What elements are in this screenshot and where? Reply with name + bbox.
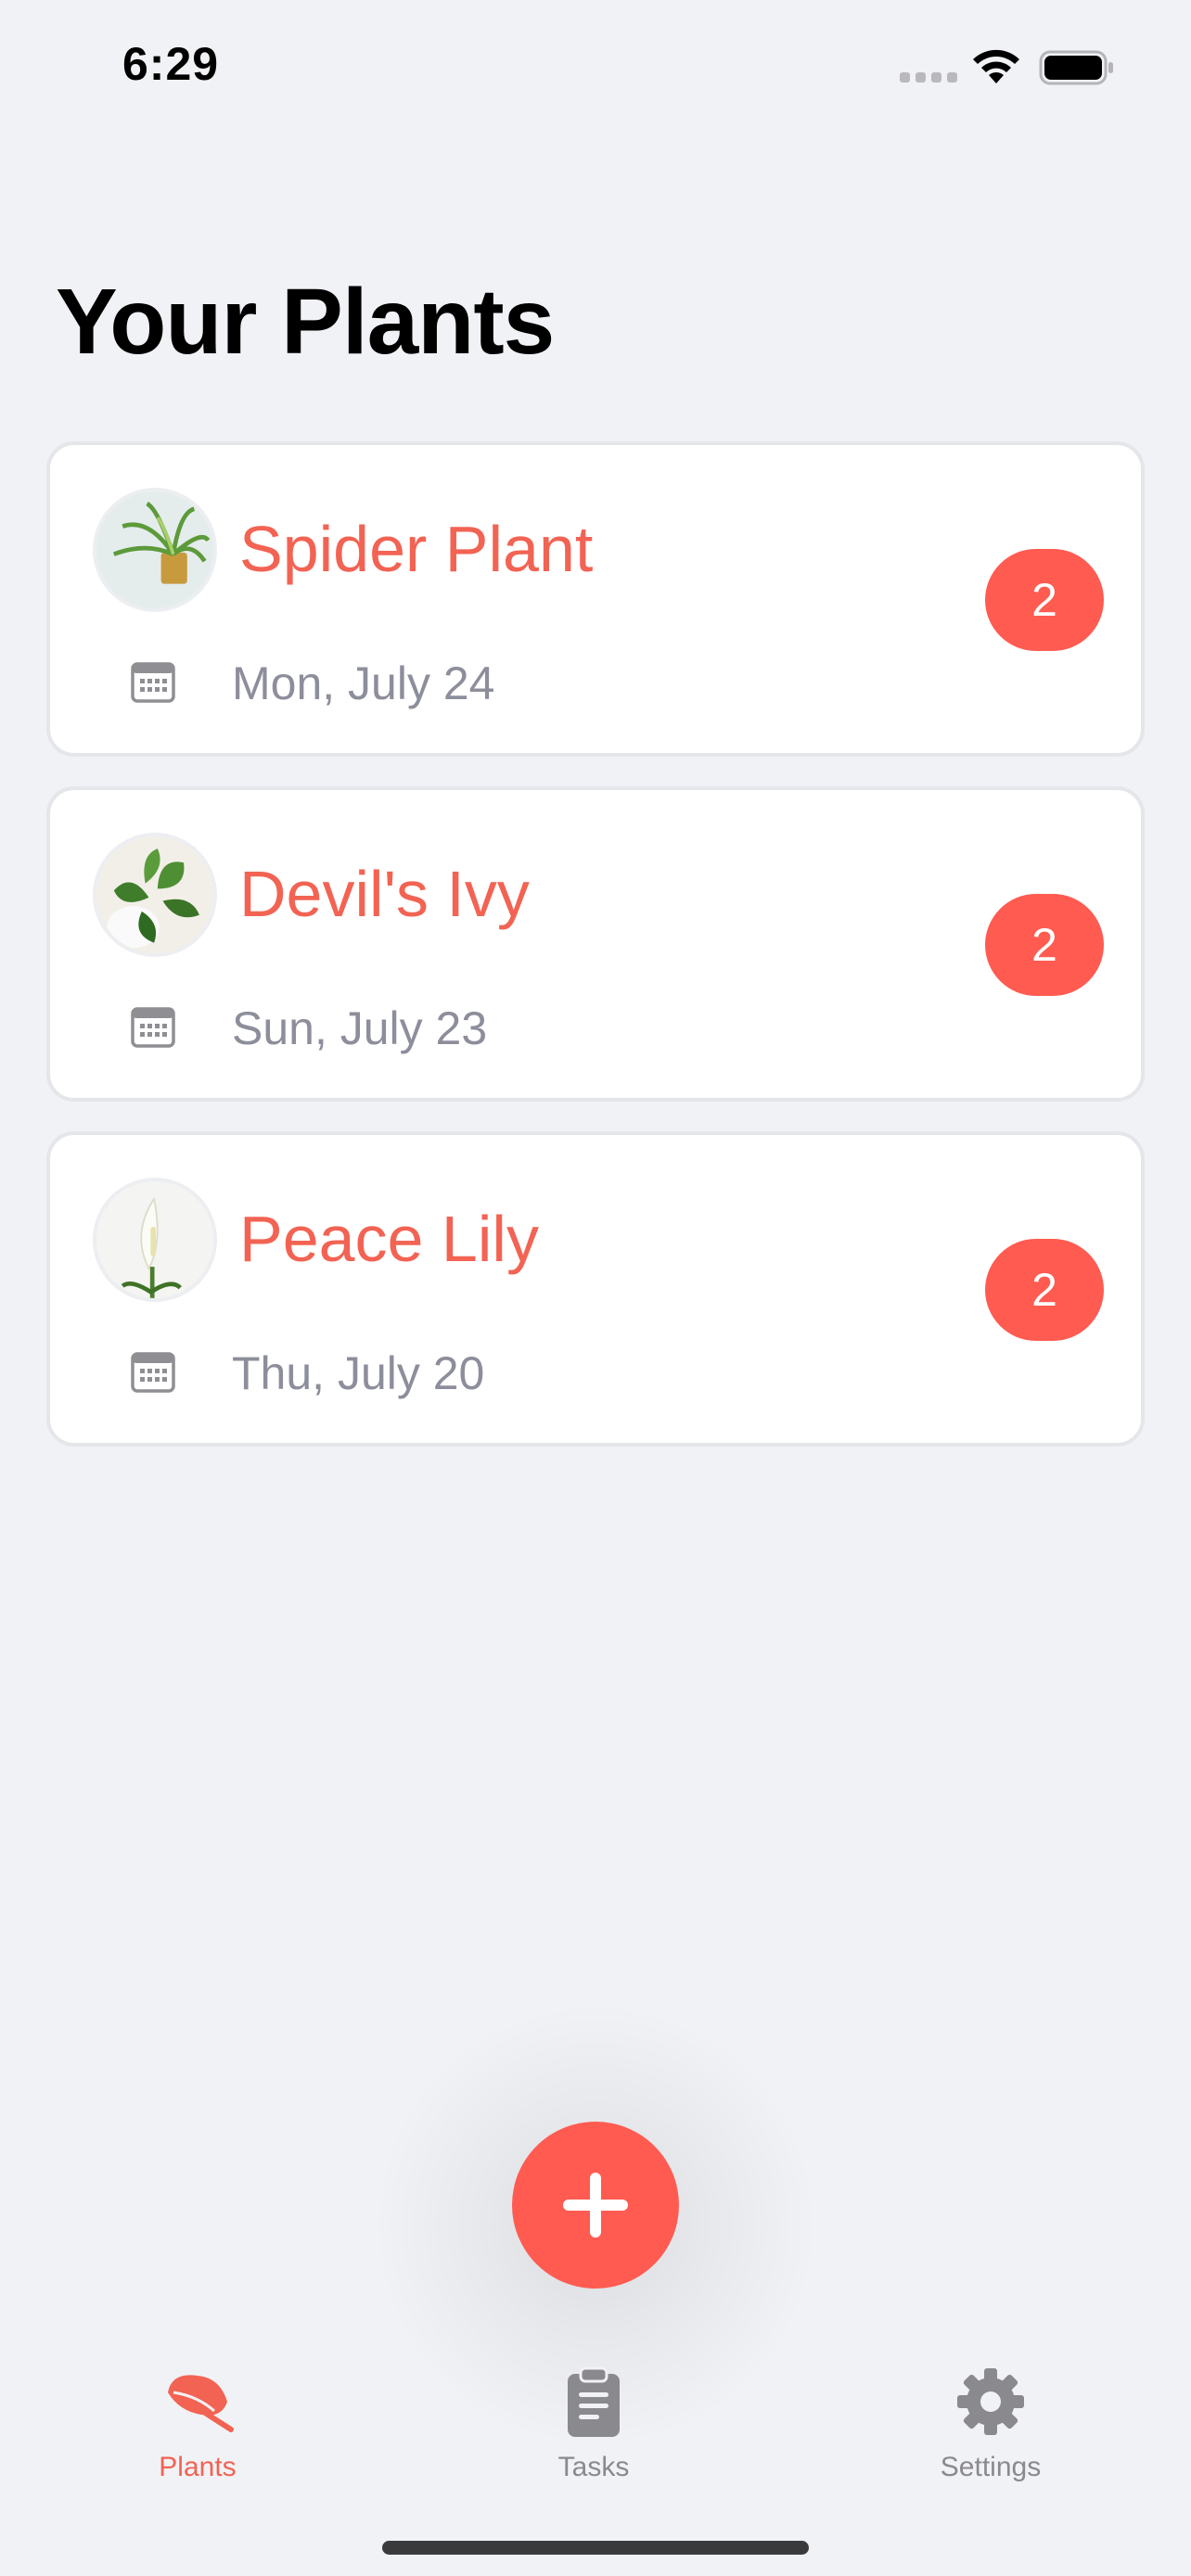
tab-tasks[interactable]: Tasks (492, 2365, 696, 2483)
status-bar: 6:29 (0, 0, 1191, 130)
plant-photo (93, 488, 217, 612)
plant-name: Peace Lily (239, 1203, 539, 1275)
leaf-icon (168, 2375, 234, 2432)
tab-label: Tasks (557, 2452, 630, 2482)
status-time: 6:29 (122, 38, 220, 90)
gear-icon (957, 2368, 1024, 2435)
task-count-badge: 2 (985, 549, 1104, 651)
calendar-icon (131, 1352, 175, 1393)
plant-photo (93, 833, 217, 957)
plus-icon (563, 2173, 628, 2238)
calendar-icon (131, 662, 175, 703)
plant-card[interactable]: Devil's Ivy Sun, July 23 2 (46, 786, 1145, 1102)
home-indicator (382, 2541, 809, 2555)
clipboard-icon (568, 2366, 620, 2437)
tab-label: Plants (159, 2452, 237, 2482)
tab-settings[interactable]: Settings (889, 2365, 1093, 2483)
watering-date: Mon, July 24 (232, 657, 495, 709)
task-count-badge: 2 (985, 1239, 1104, 1341)
plant-card[interactable]: Peace Lily Thu, July 20 2 (46, 1131, 1145, 1447)
battery-icon (1039, 50, 1113, 85)
plant-name: Devil's Ivy (239, 858, 530, 930)
tab-plants[interactable]: Plants (96, 2365, 300, 2483)
calendar-icon (131, 1007, 175, 1048)
tab-label: Settings (940, 2452, 1042, 2482)
task-count-badge: 2 (985, 894, 1104, 996)
plant-name: Spider Plant (239, 513, 594, 585)
page-title: Your Plants (56, 270, 555, 374)
watering-date: Thu, July 20 (232, 1347, 485, 1399)
wifi-icon (973, 49, 1019, 83)
add-plant-button[interactable] (512, 2122, 679, 2289)
cellular-signal-icon (900, 72, 957, 83)
watering-date: Sun, July 23 (232, 1002, 488, 1054)
plant-card[interactable]: Spider Plant Mon, July 24 2 (46, 441, 1145, 757)
tab-bar: Plants Tasks Settings (0, 2346, 1191, 2513)
plant-photo (93, 1178, 217, 1302)
